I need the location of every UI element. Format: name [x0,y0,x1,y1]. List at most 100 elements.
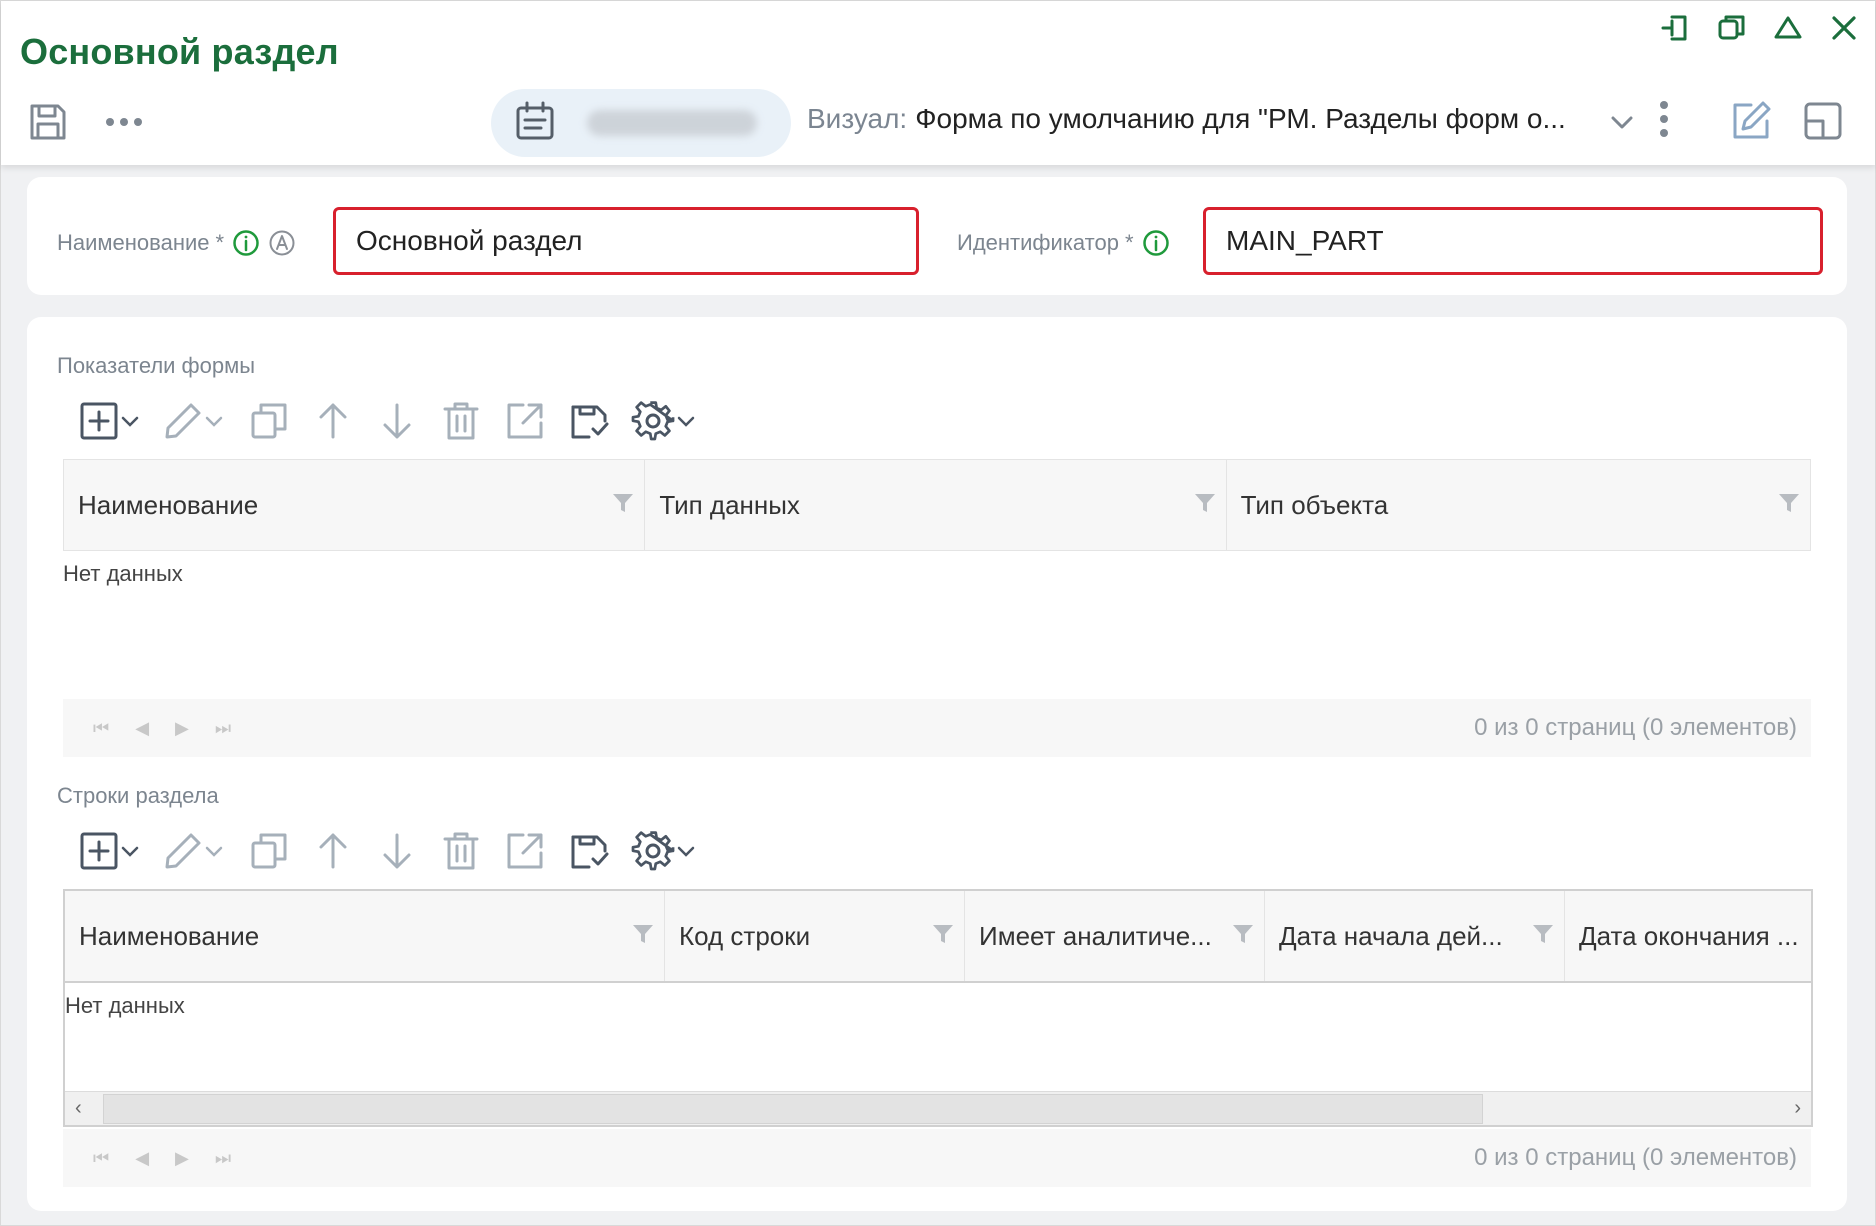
identifier-label: Идентификатор * [957,229,1170,257]
calendar-icon [513,99,557,148]
window-header: Основной раздел Визуал: Форма по умолчан… [1,1,1875,165]
move-up-icon[interactable] [311,827,355,875]
filter-icon[interactable] [612,490,634,521]
required-mark: * [1124,230,1134,255]
move-up-icon[interactable] [311,397,355,445]
first-page-icon[interactable]: ⏮ [93,1148,109,1169]
next-page-icon[interactable]: ▶ [175,718,189,739]
visual-value: Форма по умолчанию для "РМ. Разделы форм… [915,103,1566,134]
filter-icon[interactable] [1194,490,1216,521]
column-header[interactable]: Дата начала дей... [1265,891,1565,981]
restore-icon[interactable] [1715,11,1749,45]
filter-icon[interactable] [1232,921,1254,952]
scroll-left-icon[interactable]: ‹ [75,1097,82,1120]
form-window: Основной раздел Визуал: Форма по умолчан… [0,0,1876,1226]
filter-icon[interactable] [1778,490,1800,521]
kebab-menu-icon[interactable] [1657,97,1671,146]
identifier-input[interactable]: MAIN_PART [1203,207,1823,275]
identifier-label-text: Идентификатор [957,230,1119,255]
pager-info: 0 из 0 страниц (0 элементов) [1474,1144,1797,1171]
rows-section-title: Строки раздела [57,783,219,808]
more-icon[interactable] [101,99,147,145]
main-fields-card: Наименование * Основной раздел Идентифик… [27,177,1847,295]
save-view-icon[interactable] [567,397,611,445]
settings-icon[interactable] [631,827,697,875]
name-label-text: Наименование [57,230,210,255]
filter-icon[interactable] [932,921,954,952]
window-title: Основной раздел [20,31,339,72]
pager-info: 0 из 0 страниц (0 элементов) [1474,714,1797,741]
name-label: Наименование * [57,229,296,257]
info-icon[interactable] [1142,229,1170,257]
autofill-icon[interactable] [268,229,296,257]
column-header[interactable]: Код строки [665,891,965,981]
move-down-icon[interactable] [375,827,419,875]
rows-toolbar [79,827,719,875]
delete-icon[interactable] [439,397,483,445]
pin-icon[interactable] [1659,11,1693,45]
horizontal-scrollbar[interactable]: ‹ › [65,1091,1811,1125]
column-title: Наименование [79,920,260,951]
column-title: Дата окончания ... [1579,920,1799,951]
pager-nav: ⏮ ◀ ▶ ⏭ [93,1148,231,1169]
column-header[interactable]: Наименование [64,460,646,550]
layout-icon[interactable] [1801,99,1845,148]
date-value-redacted [587,110,757,136]
visual-label: Визуал: [807,103,908,134]
name-input[interactable]: Основной раздел [333,207,919,275]
first-page-icon[interactable]: ⏮ [93,718,109,739]
column-header[interactable]: Наименование [65,891,665,981]
grids-card: Показатели формы Наименование Тип данных… [27,317,1847,1211]
settings-icon[interactable] [631,397,697,445]
close-icon[interactable] [1827,11,1861,45]
rows-grid-header: Наименование Код строки Имеет аналитиче.… [65,891,1811,983]
column-title: Имеет аналитиче... [979,920,1212,951]
next-page-icon[interactable]: ▶ [175,1148,189,1169]
scrollbar-thumb[interactable] [103,1093,1483,1124]
header-toolbar [25,99,147,145]
column-title: Наименование [78,489,259,520]
date-picker[interactable] [491,89,791,157]
scroll-right-icon[interactable]: › [1794,1097,1801,1120]
last-page-icon[interactable]: ⏭ [215,1148,231,1169]
window-controls [1659,11,1861,45]
prev-page-icon[interactable]: ◀ [135,718,149,739]
column-title: Тип объекта [1240,489,1389,520]
move-down-icon[interactable] [375,397,419,445]
column-title: Код строки [679,920,811,951]
column-title: Дата начала дей... [1279,920,1503,951]
empty-message: Нет данных [63,561,183,586]
column-title: Тип данных [659,489,800,520]
open-icon[interactable] [503,397,547,445]
column-header[interactable]: Дата окончания ... [1565,891,1811,981]
visual-selector[interactable]: Визуал: Форма по умолчанию для "РМ. Разд… [807,103,1607,135]
filter-icon[interactable] [632,921,654,952]
chevron-down-icon[interactable] [1607,107,1637,142]
last-page-icon[interactable]: ⏭ [215,718,231,739]
column-header[interactable]: Тип объекта [1227,460,1810,550]
edit-icon[interactable] [163,827,225,875]
filter-icon[interactable] [1532,921,1554,952]
edit-form-icon[interactable] [1729,99,1773,148]
indicators-toolbar [79,397,719,445]
rows-pager: ⏮ ◀ ▶ ⏭ 0 из 0 страниц (0 элементов) [63,1129,1811,1187]
required-mark: * [215,230,225,255]
save-icon[interactable] [25,99,71,145]
copy-icon[interactable] [247,397,291,445]
prev-page-icon[interactable]: ◀ [135,1148,149,1169]
delete-icon[interactable] [439,827,483,875]
add-icon[interactable] [79,827,141,875]
info-icon[interactable] [232,229,260,257]
add-icon[interactable] [79,397,141,445]
column-header[interactable]: Имеет аналитиче... [965,891,1265,981]
rows-grid: Наименование Код строки Имеет аналитиче.… [63,889,1813,1127]
empty-message: Нет данных [65,993,185,1018]
column-header[interactable]: Тип данных [645,460,1227,550]
indicators-section-title: Показатели формы [57,353,256,378]
copy-icon[interactable] [247,827,291,875]
save-view-icon[interactable] [567,827,611,875]
collapse-icon[interactable] [1771,11,1805,45]
edit-icon[interactable] [163,397,225,445]
indicators-pager: ⏮ ◀ ▶ ⏭ 0 из 0 страниц (0 элементов) [63,699,1811,757]
open-icon[interactable] [503,827,547,875]
